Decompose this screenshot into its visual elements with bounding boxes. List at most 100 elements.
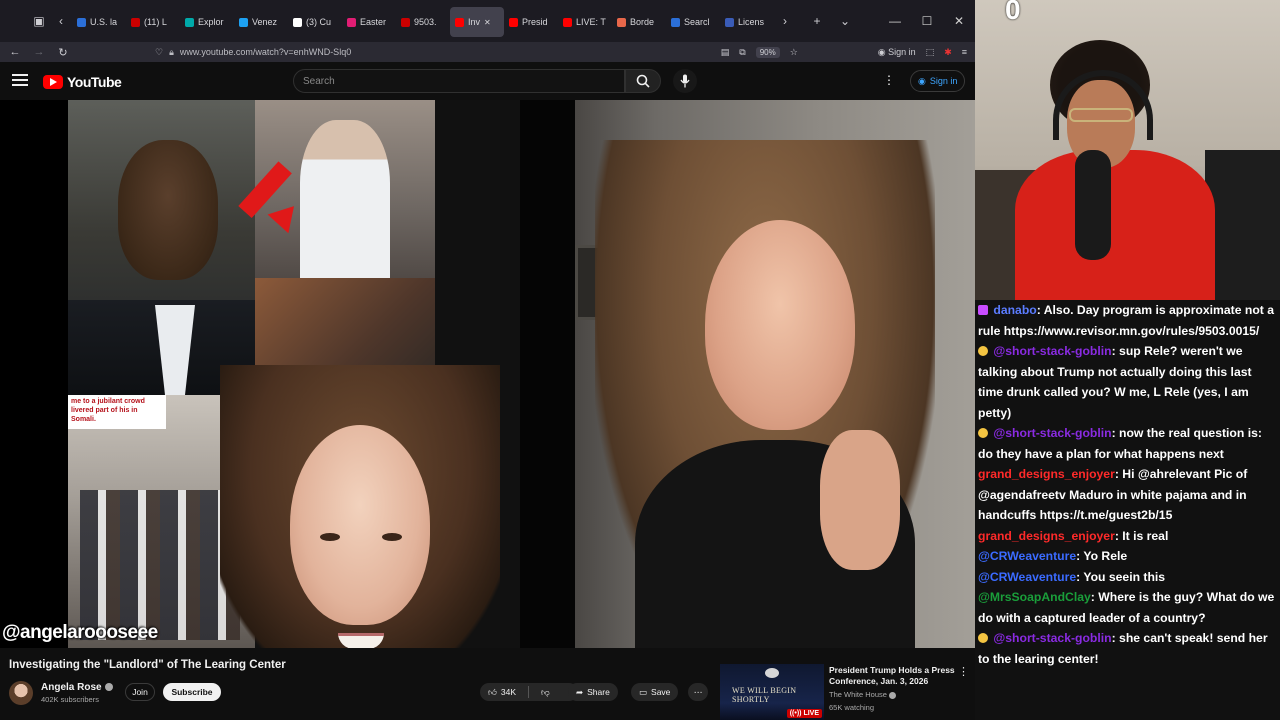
channel-avatar[interactable]	[9, 681, 33, 705]
new-tab-icon[interactable]: +	[806, 10, 828, 32]
tab-favicon-icon	[455, 17, 464, 27]
tab-favicon-icon	[239, 17, 248, 27]
browser-tab[interactable]: 9503.	[396, 7, 450, 37]
browser-tab[interactable]: Searcl	[666, 7, 720, 37]
browser-tab[interactable]: Easter	[342, 7, 396, 37]
youtube-signin-button[interactable]: ◉ Sign in	[910, 70, 966, 92]
like-button[interactable]: 👍︎ 34K	[480, 683, 524, 701]
thumbs-up-icon: 👍︎	[488, 686, 497, 697]
chat-message: grand_designs_enjoyer: Hi @ahrelevant Pi…	[978, 464, 1277, 526]
youtube-header: YouTube Search ⋮ ◉ Sign in	[0, 62, 975, 100]
reload-icon[interactable]: ↻	[51, 46, 75, 59]
chat-username[interactable]: @MrsSoapAndClay	[978, 590, 1091, 604]
browser-tab[interactable]: Explor	[180, 7, 234, 37]
browser-tab[interactable]: Inv ✕	[450, 7, 504, 37]
chat-username[interactable]: @short-stack-goblin	[993, 344, 1111, 358]
tab-favicon-icon	[617, 17, 626, 27]
tab-scroll-left-icon[interactable]: ‹	[50, 10, 72, 32]
minimize-icon[interactable]: —	[879, 14, 911, 28]
chat-message: @CRWeaventure: You seein this	[978, 567, 1277, 588]
youtube-signin-label: Sign in	[929, 76, 958, 86]
channel-name-wrap[interactable]: Angela Rose	[41, 682, 113, 693]
letterbox-bar	[0, 100, 68, 648]
chat-message: @short-stack-goblin: sup Rele? weren't w…	[978, 341, 1277, 423]
forward-icon[interactable]: →	[27, 46, 51, 58]
more-actions-button[interactable]: ⋯	[688, 683, 708, 701]
guide-menu-icon[interactable]	[12, 74, 28, 88]
zoom-level[interactable]: 90%	[755, 46, 780, 58]
picture-in-picture-icon[interactable]: ⧉	[739, 47, 745, 58]
search-input[interactable]: Search	[293, 69, 625, 93]
video-info: Investigating the "Landlord" of The Lear…	[0, 648, 975, 720]
video-divider	[520, 100, 575, 648]
chat-username[interactable]: danabo	[993, 303, 1036, 317]
browser-tab[interactable]: LIVE: T	[558, 7, 612, 37]
chat-username[interactable]: @short-stack-goblin	[993, 426, 1111, 440]
search-icon	[636, 74, 650, 88]
chat-username[interactable]: @short-stack-goblin	[993, 631, 1111, 645]
share-label: Share	[587, 687, 610, 697]
recommended-title[interactable]: President Trump Holds a Press Conference…	[829, 665, 957, 687]
tab-overview-icon[interactable]: ▣	[28, 10, 50, 32]
video-title: Investigating the "Landlord" of The Lear…	[9, 659, 286, 671]
tab-label: Inv	[468, 17, 481, 27]
webcam-chair	[1205, 150, 1280, 300]
save-label: Save	[651, 687, 671, 697]
menu-icon[interactable]: ≡	[962, 47, 967, 57]
tab-favicon-icon	[401, 17, 410, 27]
reader-view-icon[interactable]: ▤	[721, 47, 730, 58]
toolbar-right: ▤ ⧉ 90% ☆ ◉ Sign in ⬚ ✱ ≡	[721, 42, 967, 62]
recommended-channel: The White House	[829, 690, 897, 699]
browser-tab[interactable]: Presid	[504, 7, 558, 37]
browser-tab[interactable]: (3) Cu	[288, 7, 342, 37]
chat-text: : It is real	[1114, 528, 1169, 543]
account-icon[interactable]: ◉ Sign in	[878, 47, 916, 58]
browser-tab[interactable]: U.S. la	[72, 7, 126, 37]
tracking-protection-icon[interactable]: ♡	[155, 47, 163, 58]
settings-more-icon[interactable]: ⋮	[883, 73, 895, 87]
extensions-icon[interactable]: ⬚	[926, 47, 935, 58]
tab-label: Searcl	[684, 17, 710, 27]
youtube-logo-text: YouTube	[67, 74, 122, 90]
chat-username[interactable]: grand_designs_enjoyer	[978, 467, 1115, 481]
browser-tab[interactable]: Borde	[612, 7, 666, 37]
bookmark-star-icon[interactable]: ☆	[790, 47, 798, 58]
chat-username[interactable]: grand_designs_enjoyer	[978, 529, 1115, 543]
search-button[interactable]	[625, 69, 661, 93]
subscribe-button[interactable]: Subscribe	[163, 683, 221, 701]
live-chat: danabo: Also. Day program is approximate…	[975, 300, 1280, 720]
close-tab-icon[interactable]: ✕	[484, 18, 491, 27]
tab-list-dropdown-icon[interactable]: ⌄	[834, 10, 856, 32]
like-count: 34K	[500, 687, 517, 697]
recommended-thumbnail[interactable]: WE WILL BEGIN SHORTLY ((•)) LIVE	[720, 664, 824, 720]
share-button[interactable]: ➦ Share	[568, 683, 618, 701]
voice-search-button[interactable]	[673, 69, 697, 93]
maximize-icon[interactable]: ☐	[911, 14, 943, 28]
subscriber-count: 402K subscribers	[41, 695, 99, 704]
tab-label: U.S. la	[90, 17, 118, 27]
browser-tab[interactable]: Venez	[234, 7, 288, 37]
tab-label: (3) Cu	[306, 17, 332, 27]
address-bar[interactable]: ♡ 🔒︎ www.youtube.com/watch?v=enhWND-Slq0	[155, 43, 815, 61]
dislike-button[interactable]: 👎︎	[533, 683, 558, 701]
browser-tab[interactable]: Licens	[720, 7, 774, 37]
tab-scroll-right-icon[interactable]: ›	[774, 10, 796, 32]
back-icon[interactable]: ←	[3, 46, 27, 58]
webcam-overlay-counter: 0	[1005, 0, 1021, 25]
youtube-logo[interactable]: YouTube	[43, 74, 122, 90]
lock-icon[interactable]: 🔒︎	[169, 47, 174, 58]
url-text: www.youtube.com/watch?v=enhWND-Slq0	[179, 47, 352, 57]
addon-icon[interactable]: ✱	[944, 47, 952, 58]
browser-tab[interactable]: (11) L	[126, 7, 180, 37]
video-player[interactable]: me to a jubilant crowd livered part of h…	[0, 100, 975, 648]
tab-favicon-icon	[77, 17, 86, 27]
join-button[interactable]: Join	[125, 683, 155, 701]
presenter-right	[595, 140, 935, 648]
save-button[interactable]: ▭ Save	[631, 683, 679, 701]
channel-name[interactable]: Angela Rose	[41, 682, 102, 693]
recommended-menu-icon[interactable]: ⋮	[958, 665, 969, 678]
chat-message: grand_designs_enjoyer: It is real	[978, 526, 1277, 547]
chat-username[interactable]: @CRWeaventure	[978, 570, 1076, 584]
chat-username[interactable]: @CRWeaventure	[978, 549, 1076, 563]
close-window-icon[interactable]: ✕	[943, 14, 975, 28]
